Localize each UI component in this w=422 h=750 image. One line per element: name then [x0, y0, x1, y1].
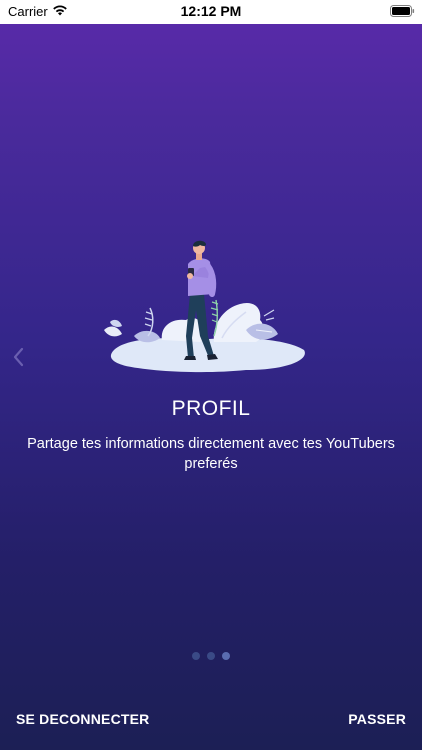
page-dot[interactable] [207, 652, 215, 660]
page-dot[interactable] [192, 652, 200, 660]
onboarding-screen: Carrier 12:12 PM PROFIL Partage tes info… [0, 0, 422, 750]
chevron-left-icon[interactable] [10, 346, 28, 368]
logout-button[interactable]: SE DECONNECTER [16, 711, 149, 727]
slide-title: PROFIL [171, 397, 251, 420]
skip-button[interactable]: PASSER [348, 711, 406, 727]
page-dot-active[interactable] [222, 652, 230, 660]
page-indicator[interactable] [0, 652, 422, 660]
slide-description: Partage tes informations directement ave… [27, 436, 395, 472]
person-with-phone-illustration [96, 238, 312, 378]
battery-icon [390, 5, 415, 17]
status-bar: Carrier 12:12 PM [0, 0, 422, 24]
clock-label: 12:12 PM [180, 3, 242, 19]
